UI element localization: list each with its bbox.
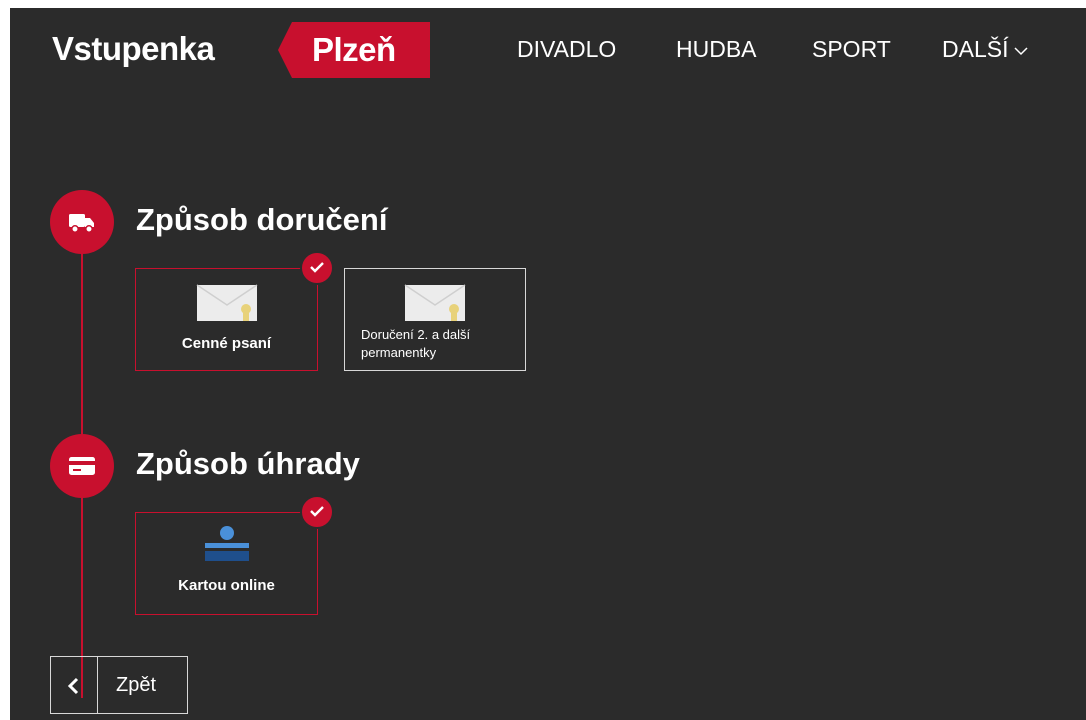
brand-badge[interactable]: Plzeň [278,22,430,78]
checkmark-icon [310,262,324,273]
payment-title: Způsob úhrady [136,446,360,481]
brand-badge-text: Plzeň [312,31,396,68]
brand-name[interactable]: Vstupenka [52,30,215,68]
nav-item-hudba[interactable]: HUDBA [676,36,757,63]
credit-card-icon [69,457,95,475]
nav-item-sport[interactable]: SPORT [812,36,891,63]
chevron-left-icon [67,677,79,695]
back-button-label: Zpět [116,674,157,696]
delivery-option-cenne-psani[interactable]: Cenné psaní [135,268,318,371]
nav-item-divadlo[interactable]: DIVADLO [517,36,616,63]
envelope-icon [196,284,257,321]
page-frame: Vstupenka Plzeň DIVADLO HUDBA SPORT DALŠ… [10,8,1086,720]
delivery-title: Způsob doručení [136,202,388,237]
back-button[interactable]: Zpět [50,656,188,714]
payment-option-kartou-online[interactable]: Kartou online [135,512,318,615]
checkmark-icon [310,506,324,517]
payment-selected-check [300,495,334,529]
delivery-step-icon [50,190,114,254]
truck-icon [69,214,94,233]
envelope-icon [404,284,466,321]
nav-more-label: DALŠÍ [942,36,1009,62]
nav-item-more[interactable]: DALŠÍ [942,36,1029,63]
delivery-option-label: Doručení 2. a další permanentky [361,327,471,360]
delivery-option-label: Cenné psaní [181,335,272,352]
payment-option-label: Kartou online [178,577,275,594]
chevron-down-icon [1014,46,1029,55]
delivery-selected-check [300,251,334,285]
back-chevron-box [51,657,98,713]
csob-logo [204,526,249,561]
payment-step-icon [50,434,114,498]
delivery-option-doruceni-permanentky[interactable]: Doručení 2. a další permanentky [344,268,526,371]
